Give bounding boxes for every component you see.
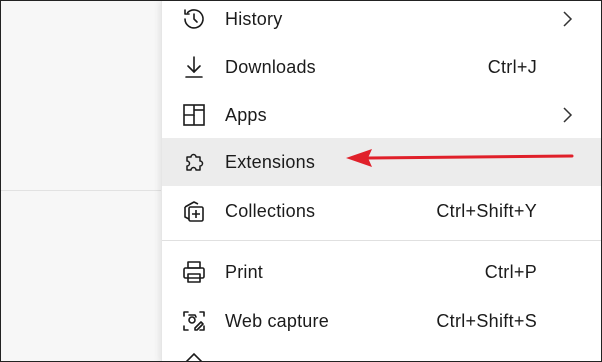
menu-item-label: Collections [225, 200, 316, 221]
menu-item-label: Apps [225, 104, 267, 125]
chevron-right-icon [563, 107, 573, 123]
menu-item-shortcut: Ctrl+Shift+S [436, 310, 537, 331]
menu-item-downloads[interactable]: Downloads Ctrl+J [162, 43, 601, 91]
screenshot-frame: History Downloads Ctrl+J Apps Extensions… [0, 0, 602, 362]
menu-item-shortcut: Ctrl+Shift+Y [436, 200, 537, 221]
menu-item-label: Print [225, 261, 264, 282]
settings-menu: History Downloads Ctrl+J Apps Extensions… [161, 1, 601, 361]
menu-item-shortcut: Ctrl+J [487, 56, 537, 77]
menu-item-label: Extensions [225, 151, 316, 172]
menu-item-collections[interactable]: Collections Ctrl+Shift+Y [162, 187, 601, 235]
puzzle-icon [179, 147, 209, 177]
history-icon [179, 4, 209, 34]
menu-item-print[interactable]: Print Ctrl+P [162, 248, 601, 296]
collections-icon [179, 196, 209, 226]
menu-item-shortcut: Ctrl+P [484, 261, 537, 282]
menu-item-label: Web capture [225, 310, 329, 331]
web-capture-icon [179, 306, 209, 336]
download-icon [179, 52, 209, 82]
chevron-right-icon [563, 11, 573, 27]
menu-item-apps[interactable]: Apps [162, 91, 601, 139]
partial-menu-icon [179, 347, 209, 361]
red-arrow-annotation [346, 149, 574, 167]
menu-item-label: History [225, 8, 283, 29]
apps-icon [179, 100, 209, 130]
menu-separator [162, 240, 601, 241]
menu-item-label: Downloads [225, 56, 316, 77]
menu-item-web-capture[interactable]: Web capture Ctrl+Shift+S [162, 297, 601, 345]
browser-page-background [1, 1, 161, 361]
page-divider [1, 190, 161, 191]
menu-item-history[interactable]: History [162, 1, 601, 43]
printer-icon [179, 257, 209, 287]
